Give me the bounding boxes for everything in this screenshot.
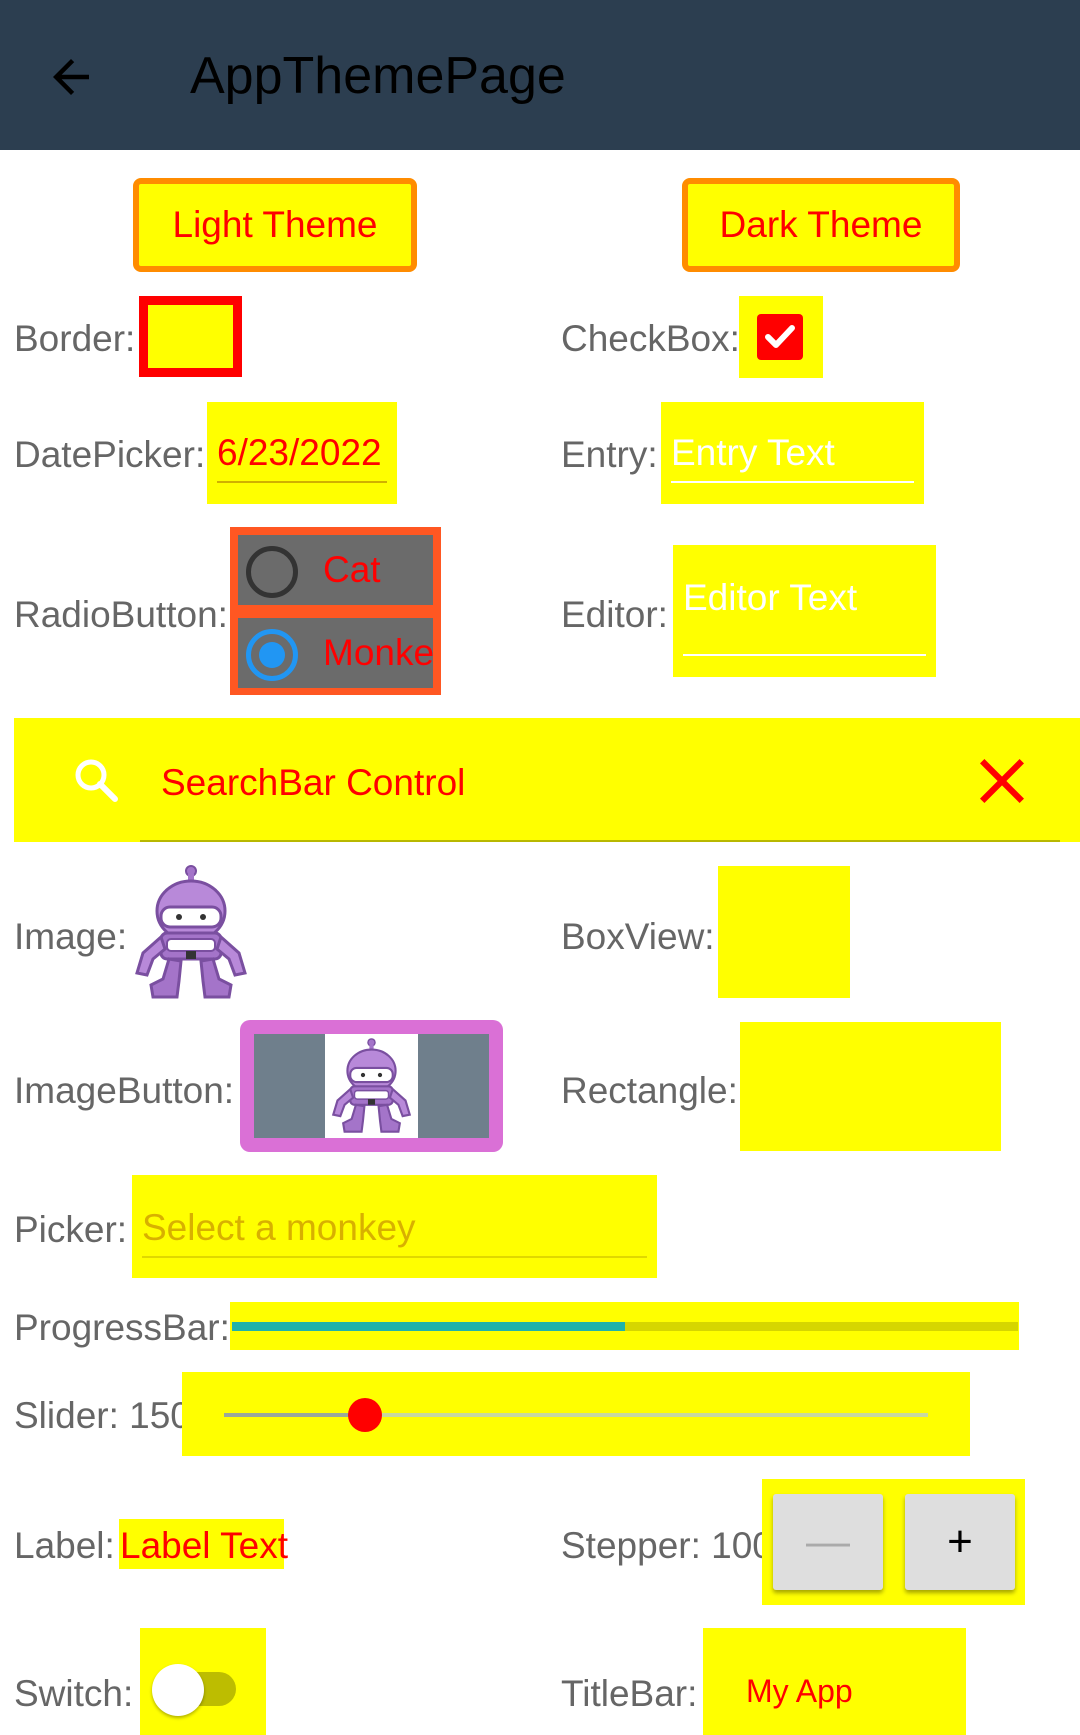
picker[interactable]: Select a monkey: [132, 1175, 657, 1278]
boxview-label: BoxView:: [561, 916, 715, 957]
radio-group: Cat Monkey: [230, 527, 441, 695]
checkbox[interactable]: [757, 314, 803, 360]
titlebar-control: My App: [703, 1628, 966, 1735]
label-control-text: Label Text: [120, 1525, 288, 1566]
search-icon[interactable]: [72, 756, 120, 804]
stepper-plus-button[interactable]: +: [905, 1494, 1015, 1590]
app-bar: AppThemePage: [0, 0, 1080, 150]
entry-field[interactable]: Entry Text: [661, 402, 924, 504]
border-control: [139, 296, 242, 377]
checkbox-container: [739, 296, 823, 378]
boxview: [718, 866, 850, 998]
slider-active-track: [224, 1413, 365, 1417]
imagebutton-label: ImageButton:: [14, 1070, 235, 1111]
searchbar-underline: [140, 840, 1060, 842]
entry-underline: [671, 481, 914, 483]
progressbar-label: ProgressBar:: [14, 1307, 230, 1348]
rectangle-shape: [740, 1022, 1001, 1151]
radiobutton-label: RadioButton:: [14, 594, 228, 635]
robot-icon: [329, 1038, 414, 1134]
progressbar-fill: [232, 1322, 625, 1331]
editor-field[interactable]: Editor Text: [673, 545, 936, 677]
page-title: AppThemePage: [190, 47, 566, 105]
searchbar-value: SearchBar Control: [161, 762, 466, 803]
radio-option-label: Monkey: [323, 632, 433, 673]
titlebar-label: TitleBar:: [561, 1673, 698, 1714]
entry-value: Entry Text: [671, 432, 835, 473]
rectangle-label: Rectangle:: [561, 1070, 738, 1111]
switch-label: Switch:: [14, 1673, 134, 1714]
titlebar-text: My App: [746, 1673, 853, 1709]
editor-underline: [683, 654, 926, 656]
slider-thumb[interactable]: [348, 1398, 382, 1432]
slider-label: Slider: 150: [14, 1395, 191, 1436]
radio-option-cat[interactable]: Cat: [238, 535, 433, 605]
editor-label: Editor:: [561, 594, 668, 635]
robot-icon: [131, 865, 251, 1000]
arrow-left-icon[interactable]: [44, 50, 98, 104]
datepicker-underline: [217, 481, 387, 483]
radio-checked-icon: [246, 629, 298, 681]
label-label: Label:: [14, 1525, 115, 1566]
picker-label: Picker:: [14, 1209, 128, 1250]
dark-theme-button[interactable]: Dark Theme: [682, 178, 960, 272]
picker-placeholder: Select a monkey: [142, 1207, 416, 1248]
check-icon: [765, 325, 795, 348]
image-button-picture: [325, 1034, 418, 1138]
searchbar[interactable]: SearchBar Control: [14, 718, 1080, 842]
picker-underline: [142, 1256, 647, 1258]
switch-thumb[interactable]: [152, 1664, 204, 1716]
datepicker[interactable]: 6/23/2022: [207, 402, 397, 504]
image-label: Image:: [14, 916, 128, 957]
stepper-minus-button[interactable]: —: [773, 1494, 883, 1590]
checkbox-label: CheckBox:: [561, 318, 740, 359]
editor-value: Editor Text: [683, 577, 858, 618]
radio-option-label: Cat: [323, 549, 381, 590]
close-icon[interactable]: [977, 756, 1027, 806]
image-button-frame: [254, 1034, 489, 1138]
entry-label: Entry:: [561, 434, 658, 475]
label-control: Label Text: [119, 1519, 288, 1569]
radio-option-monkey[interactable]: Monkey: [238, 618, 433, 688]
image-button[interactable]: [240, 1020, 503, 1152]
stepper-label: Stepper: 100: [561, 1525, 773, 1566]
border-label: Border:: [14, 318, 136, 359]
datepicker-value: 6/23/2022: [217, 432, 382, 473]
radio-unchecked-icon: [246, 546, 298, 598]
datepicker-label: DatePicker:: [14, 434, 206, 475]
light-theme-button[interactable]: Light Theme: [133, 178, 417, 272]
